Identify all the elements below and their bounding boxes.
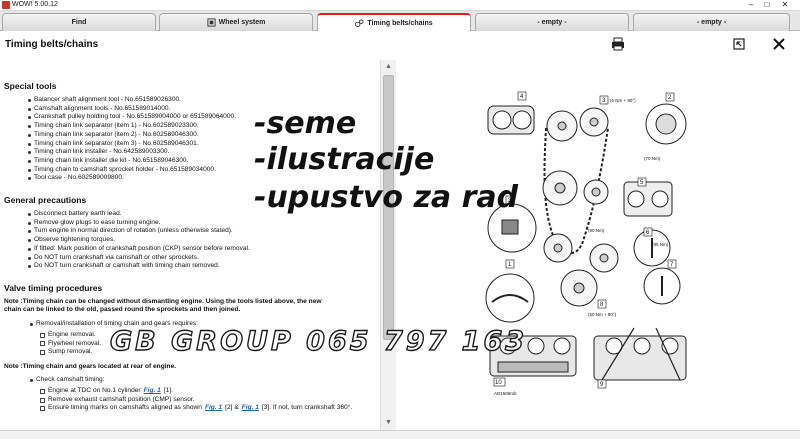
reference-text: [2] &: [225, 404, 239, 412]
torque-label: (5 Nm + 90°): [610, 98, 636, 103]
vertical-scrollbar[interactable]: ▲ ▼: [380, 60, 396, 430]
list-item: Do NOT turn crankshaft or camshaft with …: [28, 262, 380, 271]
torque-label: (95 Nm): [652, 242, 669, 247]
torque-label: (90 Nm): [588, 228, 605, 233]
figure-link[interactable]: Fig. 1: [205, 404, 222, 413]
reference-text: [1].: [163, 387, 173, 395]
window-title: WOW! 5.00.12: [12, 1, 58, 8]
checklist-item[interactable]: Ensure timing marks on camshafts aligned…: [40, 404, 380, 413]
callout-label: 10: [495, 380, 502, 386]
list-item: Balancer shaft alignment tool - No.65158…: [28, 96, 380, 105]
tab-find[interactable]: Find: [2, 13, 156, 31]
window-close-button[interactable]: ✕: [778, 0, 792, 10]
checklist-text: Ensure timing marks on camshafts aligned…: [48, 404, 202, 412]
close-icon[interactable]: [772, 37, 786, 51]
restore-window-icon[interactable]: [732, 37, 746, 51]
app-logo-icon: [2, 1, 10, 9]
page-title: Timing belts/chains: [5, 39, 99, 50]
section-special-tools-title: Special tools: [4, 81, 57, 91]
checkbox-icon[interactable]: [40, 349, 45, 355]
minimize-button[interactable]: –: [744, 0, 758, 10]
scroll-up-button[interactable]: ▲: [381, 60, 396, 74]
tab-wheel-system[interactable]: Wheel system: [159, 13, 313, 31]
checklist-item[interactable]: Engine at TDC on No.1 cylinder Fig. 1 [1…: [40, 387, 380, 396]
watermark-text: GB GROUP 065 797 163: [109, 325, 528, 357]
overlay-text-line: -upustvo za rad: [254, 180, 519, 215]
checklist-text: Remove exhaust camshaft position (CMP) s…: [48, 395, 195, 403]
figure-link[interactable]: Fig. 1: [144, 387, 161, 396]
checkbox-icon[interactable]: [40, 406, 45, 412]
note-line: chain can be linked to the old, passed r…: [4, 306, 241, 314]
print-icon[interactable]: [611, 37, 625, 51]
tab-bar: Find Wheel system Timing belts/chains - …: [0, 11, 800, 32]
tab-empty-2[interactable]: - empty -: [633, 13, 790, 31]
checkbox-icon[interactable]: [40, 397, 45, 403]
list-item: Turn engine in normal direction of rotat…: [28, 227, 380, 236]
note-text: Note :Timing chain can be changed withou…: [4, 298, 380, 315]
general-precautions-list: Disconnect battery earth lead. Remove gl…: [28, 210, 380, 271]
checklist-text: Sump removal.: [48, 348, 93, 356]
maximize-button[interactable]: □: [760, 0, 774, 10]
procedure-step: Check camshaft timing:: [30, 376, 380, 384]
section-valve-timing-title: Valve timing procedures: [4, 282, 103, 293]
panel-header: Timing belts/chains: [0, 31, 800, 58]
scroll-down-button[interactable]: ▼: [381, 416, 396, 430]
checkbox-icon[interactable]: [40, 341, 45, 347]
list-item: Remove glow plugs to ease turning engine…: [28, 219, 380, 228]
torque-label: (50 Nm + 90°): [588, 312, 617, 317]
overlay-text-line: -seme: [254, 106, 357, 141]
list-item: Do NOT turn crankshaft via camshaft or o…: [28, 254, 380, 263]
status-bar: [0, 430, 800, 439]
tab-label: Timing belts/chains: [367, 20, 433, 27]
checkbox-icon[interactable]: [40, 332, 45, 338]
overlay-text-line: -ilustracije: [254, 142, 435, 177]
reference-text: [3]. If not, turn crankshaft 360°.: [261, 404, 353, 412]
torque-label: (70 Nm): [644, 156, 661, 161]
tab-label: Wheel system: [218, 19, 266, 26]
timing-belt-icon: [355, 19, 364, 28]
tab-timing-belts[interactable]: Timing belts/chains: [317, 13, 471, 32]
figure-link[interactable]: Fig. 1: [242, 404, 259, 413]
tab-label: - empty -: [696, 19, 727, 26]
checkbox-icon[interactable]: [40, 389, 45, 395]
check-camshaft-checklist: Engine at TDC on No.1 cylinder Fig. 1 [1…: [40, 387, 380, 413]
tab-label: - empty -: [537, 19, 567, 26]
tab-label: Find: [71, 19, 87, 26]
checklist-text: Engine at TDC on No.1 cylinder: [48, 387, 141, 395]
note-line: Note :Timing chain can be changed withou…: [4, 297, 322, 305]
window-titlebar: WOW! 5.00.12 – □ ✕: [0, 0, 800, 11]
list-item: Observe tightening torques.: [28, 236, 380, 245]
list-item: If fitted: Mark position of crankshaft p…: [28, 245, 380, 254]
note-text: Note :Timing chain and gears located at …: [4, 362, 177, 370]
tab-empty-1[interactable]: - empty -: [475, 13, 629, 31]
checklist-text: Flywheel removal.: [48, 339, 102, 347]
figure-code: AD1506mb: [494, 391, 517, 396]
wheel-system-icon: [207, 18, 216, 27]
checklist-text: Engine removal.: [48, 331, 96, 339]
